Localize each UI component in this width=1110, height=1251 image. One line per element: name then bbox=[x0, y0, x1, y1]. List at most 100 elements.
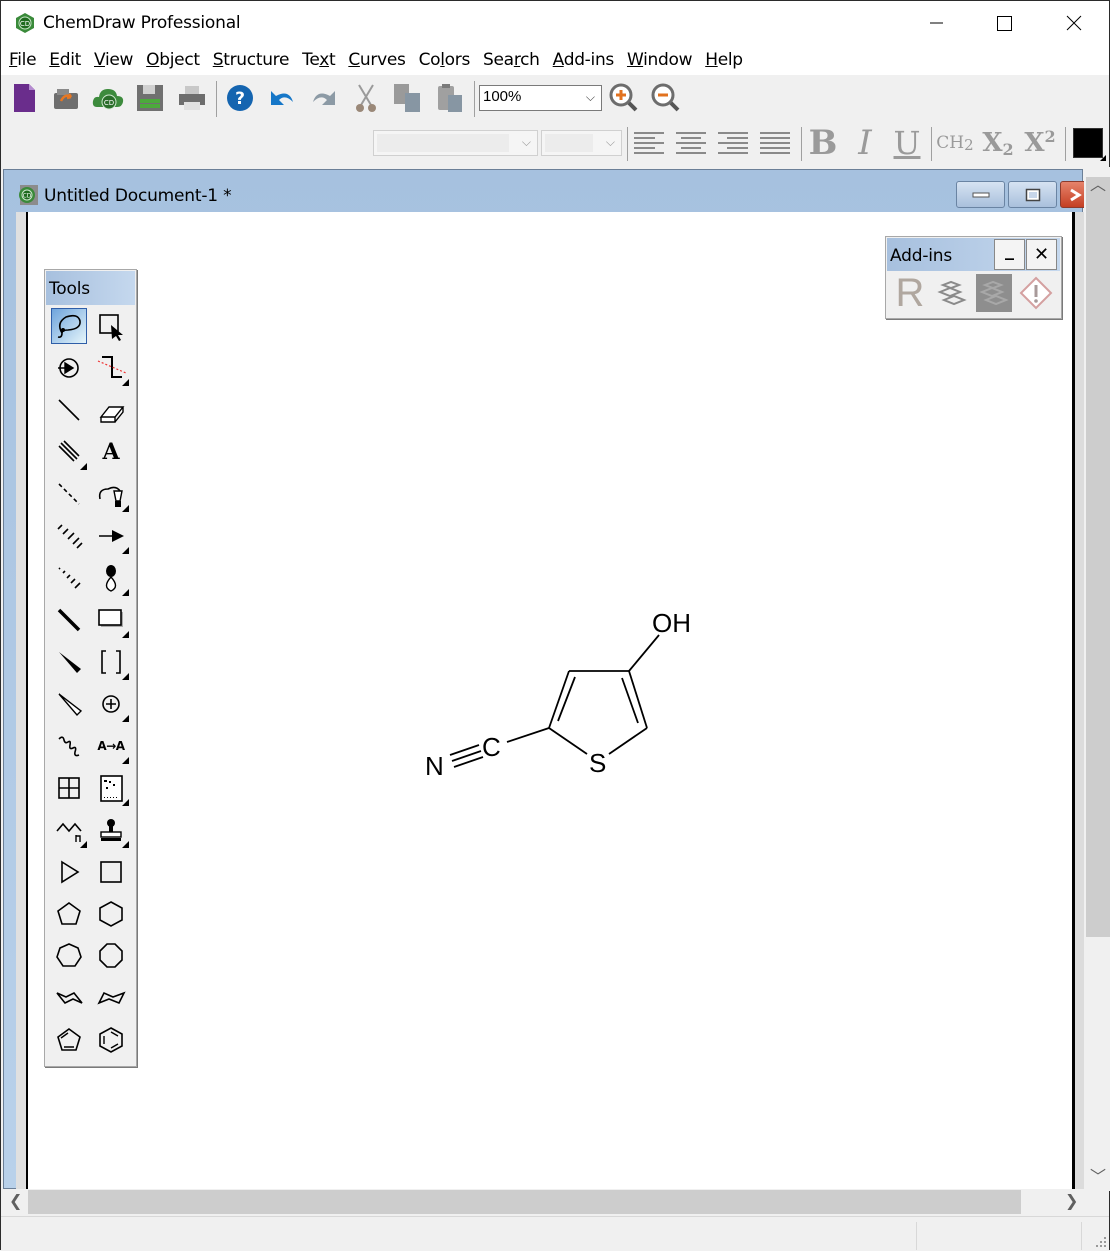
tool-cycloheptane[interactable] bbox=[51, 938, 87, 974]
hashed-wedged-bond-icon bbox=[58, 567, 81, 589]
tool-bold-bond[interactable] bbox=[51, 602, 87, 638]
scroll-up-icon[interactable]: ︿ bbox=[1090, 171, 1106, 195]
bold-bond-icon bbox=[57, 608, 81, 632]
chemdraw-app: CD ChemDraw Professional File Edit View Obj… bbox=[0, 0, 1110, 1250]
tool-arrow[interactable] bbox=[93, 518, 129, 554]
submenu-indicator-icon bbox=[80, 841, 87, 848]
tools-palette-title: Tools bbox=[49, 279, 90, 299]
horizontal-scrollbar-thumb[interactable] bbox=[28, 1190, 1021, 1214]
cyclohexane-chair-2-icon bbox=[97, 991, 126, 1005]
tool-wavy-bond[interactable] bbox=[51, 728, 87, 764]
benzene-icon bbox=[99, 1027, 123, 1053]
scroll-right-icon[interactable]: ❯ bbox=[1065, 1191, 1078, 1210]
submenu-indicator-icon bbox=[80, 463, 87, 470]
minimize-icon: _ bbox=[1005, 240, 1014, 261]
tool-chemical-symbol[interactable] bbox=[93, 686, 129, 722]
marquee-select-icon bbox=[99, 314, 123, 341]
submenu-indicator-icon bbox=[122, 757, 129, 764]
tool-cyclopentadiene[interactable] bbox=[51, 1022, 87, 1058]
tool-cyclohexane-chair-2[interactable] bbox=[93, 980, 129, 1016]
addin-r-group[interactable]: R bbox=[892, 271, 928, 315]
tool-brackets[interactable] bbox=[93, 644, 129, 680]
tool-structure-perspective[interactable] bbox=[51, 350, 87, 386]
tool-solid-bond[interactable] bbox=[51, 392, 87, 428]
molecule-structure[interactable]: N C S OH bbox=[1, 1, 1110, 1251]
bond-c4-oh[interactable] bbox=[628, 634, 660, 672]
query-icon: A→A bbox=[97, 739, 125, 753]
atom-label-oh[interactable]: OH bbox=[652, 608, 691, 638]
wavy-bond-icon bbox=[58, 736, 80, 757]
scroll-down-icon[interactable]: ﹀ bbox=[1090, 1163, 1106, 1187]
bond-c4-c5[interactable] bbox=[628, 670, 648, 729]
submenu-indicator-icon bbox=[122, 673, 129, 680]
bond-c2-cn[interactable] bbox=[506, 727, 550, 743]
tool-cyclohexane-chair-1[interactable] bbox=[51, 980, 87, 1016]
bond-c2-c3-double bbox=[557, 676, 576, 722]
tool-multiple-bonds[interactable] bbox=[51, 434, 87, 470]
submenu-indicator-icon bbox=[122, 379, 129, 386]
addins-close-button[interactable]: ✕ bbox=[1026, 239, 1057, 270]
addins-palette-header[interactable]: Add-ins _ ✕ bbox=[887, 238, 1060, 271]
tool-templates[interactable] bbox=[93, 812, 129, 848]
tool-wedged-bond[interactable] bbox=[51, 644, 87, 680]
addin-structure-stack-1[interactable] bbox=[934, 274, 970, 312]
vertical-scrollbar-thumb[interactable] bbox=[1086, 177, 1110, 937]
close-icon: ✕ bbox=[1033, 244, 1050, 265]
r-group-icon: R bbox=[895, 270, 925, 315]
addins-minimize-button[interactable]: _ bbox=[994, 239, 1025, 270]
tool-text[interactable]: A bbox=[93, 434, 129, 470]
tool-cyclopropane[interactable] bbox=[51, 854, 87, 890]
tool-table[interactable] bbox=[51, 770, 87, 806]
submenu-indicator-icon bbox=[122, 799, 129, 806]
tool-pen[interactable] bbox=[93, 476, 129, 512]
status-separator bbox=[1081, 1222, 1082, 1250]
cyclopentane-icon bbox=[57, 902, 81, 925]
tool-hollow-wedged-bond[interactable] bbox=[51, 686, 87, 722]
tool-cyclopentane[interactable] bbox=[51, 896, 87, 932]
text-icon: A bbox=[102, 439, 120, 465]
bond-c4-c5-double bbox=[621, 677, 639, 724]
cycloheptane-icon bbox=[56, 943, 82, 967]
tool-drawing-element[interactable] bbox=[93, 602, 129, 638]
bond-s-c2[interactable] bbox=[548, 727, 588, 755]
tool-acyclic-chain[interactable] bbox=[51, 812, 87, 848]
hashed-bond-icon bbox=[57, 524, 83, 549]
tool-cyclobutane[interactable] bbox=[93, 854, 129, 890]
scroll-left-icon[interactable]: ❮ bbox=[9, 1191, 22, 1210]
tool-orbital[interactable] bbox=[93, 560, 129, 596]
tools-palette: Tools A A→A bbox=[44, 269, 137, 1067]
addin-hazard-warning[interactable] bbox=[1018, 274, 1054, 312]
tool-lasso[interactable] bbox=[51, 308, 87, 344]
status-separator bbox=[916, 1222, 917, 1250]
tool-cyclohexane[interactable] bbox=[93, 896, 129, 932]
structure-perspective-icon bbox=[58, 358, 79, 378]
cyclopropane-icon bbox=[61, 860, 80, 884]
tool-query[interactable]: A→A bbox=[93, 728, 129, 764]
submenu-indicator-icon bbox=[122, 841, 129, 848]
submenu-indicator-icon bbox=[122, 631, 129, 638]
atom-label-n[interactable]: N bbox=[425, 751, 444, 781]
bond-c5-s[interactable] bbox=[608, 727, 648, 755]
wedged-bond-icon bbox=[59, 652, 81, 673]
submenu-indicator-icon bbox=[122, 715, 129, 722]
tool-dashed-bond[interactable] bbox=[51, 476, 87, 512]
atom-label-c[interactable]: C bbox=[482, 732, 501, 762]
atom-label-s[interactable]: S bbox=[589, 748, 606, 778]
tool-benzene[interactable] bbox=[93, 1022, 129, 1058]
cyclobutane-icon bbox=[100, 861, 122, 883]
solid-bond-icon bbox=[58, 399, 80, 421]
tool-hashed-bond[interactable] bbox=[51, 518, 87, 554]
tool-hashed-wedged-bond[interactable] bbox=[51, 560, 87, 596]
tools-palette-header[interactable]: Tools bbox=[46, 271, 135, 305]
submenu-indicator-icon bbox=[122, 547, 129, 554]
tool-mirror-bond[interactable] bbox=[93, 350, 129, 386]
cyclooctane-icon bbox=[99, 943, 123, 968]
tool-eraser[interactable] bbox=[93, 392, 129, 428]
tool-marquee-select[interactable] bbox=[93, 308, 129, 344]
addin-structure-stack-2[interactable] bbox=[976, 274, 1012, 312]
addins-palette: Add-ins _ ✕ R bbox=[885, 236, 1062, 319]
tool-cyclooctane[interactable] bbox=[93, 938, 129, 974]
cyclohexane-chair-1-icon bbox=[56, 991, 83, 1005]
tool-tlc-plate[interactable] bbox=[93, 770, 129, 806]
resize-grip-icon[interactable] bbox=[1095, 1236, 1107, 1248]
